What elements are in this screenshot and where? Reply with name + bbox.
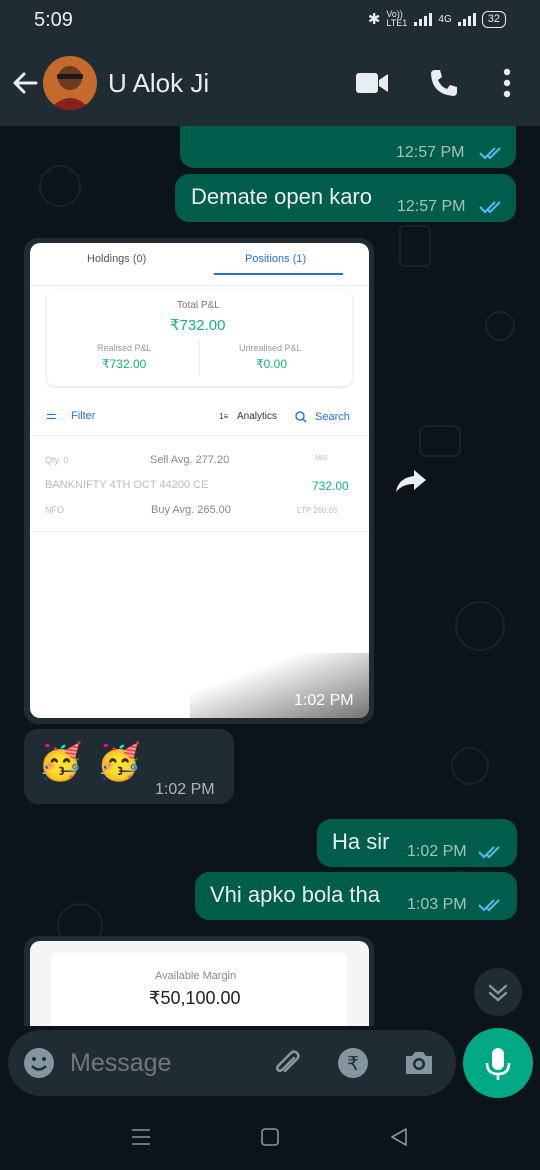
double-chevron-down-icon	[488, 984, 508, 1002]
svg-text:₹: ₹	[347, 1053, 359, 1075]
message-bubble-outgoing[interactable]: Vhi apko bola tha 1:03 PM	[195, 872, 517, 920]
forward-icon[interactable]	[394, 468, 428, 494]
position-ltp: LTP 260.65	[297, 506, 338, 515]
tab-positions: Positions (1)	[245, 253, 307, 265]
position-buy-avg: Buy Avg. 265.00	[151, 504, 231, 516]
back-arrow-icon[interactable]	[10, 68, 40, 98]
read-receipt-icon	[479, 147, 501, 160]
message-text: Vhi apko bola tha	[210, 882, 381, 907]
message-bubble-incoming[interactable]: 🥳 🥳 1:02 PM	[24, 729, 234, 804]
image-message-incoming[interactable]: Available Margin ₹50,100.00	[24, 936, 374, 1026]
emoji-icon[interactable]	[22, 1046, 56, 1080]
status-time: 5:09	[34, 9, 73, 31]
voice-call-icon[interactable]	[428, 67, 460, 99]
avatar[interactable]	[43, 56, 97, 110]
signal-icon-2	[457, 12, 476, 26]
read-receipt-icon	[478, 899, 500, 912]
more-options-icon[interactable]	[494, 66, 520, 100]
pnl-summary-card: Total P&L ₹732.00 Realised P&L ₹732.00 U…	[47, 290, 352, 386]
recent-apps-icon[interactable]	[130, 1127, 152, 1147]
video-call-icon[interactable]	[355, 70, 389, 96]
filter-label: Filter	[71, 410, 96, 422]
message-time: 12:57 PM	[396, 144, 465, 161]
available-margin-value: ₹50,100.00	[149, 988, 241, 1008]
message-input[interactable]	[70, 1043, 260, 1083]
position-instrument: BANKNIFTY 4TH OCT 44200 CE	[45, 479, 209, 491]
realised-label: Realised P&L	[97, 343, 152, 353]
tab-divider	[30, 285, 369, 286]
read-receipt-icon	[479, 201, 501, 214]
filter-icon: ⚌	[46, 408, 57, 422]
battery-icon: 32	[481, 10, 506, 28]
bluetooth-icon: ✱	[367, 11, 381, 28]
unrealised-value: ₹0.00	[256, 357, 287, 371]
network-type: 4G	[438, 13, 452, 25]
position-sell-avg: Sell Avg. 277.20	[150, 454, 230, 466]
system-nav-bar	[0, 1104, 540, 1170]
contact-name[interactable]: U Alok Ji	[108, 68, 209, 99]
read-receipt-icon	[478, 846, 500, 859]
message-time: 1:02 PM	[155, 781, 215, 798]
position-qty: Qty. 0	[45, 455, 69, 465]
position-exchange: NFO	[45, 505, 64, 515]
chat-area: 12:57 PM Demate open karo 12:57 PM Holdi…	[0, 126, 540, 1026]
message-bubble-outgoing[interactable]: 12:57 PM	[180, 126, 516, 168]
shared-screenshot[interactable]: Available Margin ₹50,100.00	[30, 941, 369, 1026]
message-time: 12:57 PM	[397, 198, 466, 215]
message-text: 🥳 🥳	[38, 741, 144, 782]
message-time: 1:03 PM	[407, 896, 467, 913]
message-input-bar: ₹	[8, 1030, 456, 1096]
unrealised-label: Unrealised P&L	[239, 343, 302, 353]
attach-icon[interactable]	[270, 1046, 304, 1080]
message-text: Demate open karo	[191, 184, 372, 209]
signal-icon	[414, 12, 433, 26]
row-divider	[30, 435, 369, 436]
total-pl-value: ₹732.00	[170, 317, 226, 334]
microphone-icon	[485, 1048, 511, 1080]
search-label: Search	[315, 411, 350, 423]
message-time: 1:02 PM	[407, 843, 467, 860]
available-margin-label: Available Margin	[155, 970, 237, 982]
message-bubble-outgoing[interactable]: Ha sir 1:02 PM	[317, 819, 517, 867]
volte-label: Vo)) LTE1	[386, 9, 408, 28]
chat-header: U Alok Ji	[0, 42, 540, 126]
analytics-icon: 1≡	[219, 412, 229, 421]
shared-screenshot[interactable]: Holdings (0) Positions (1) Total P&L ₹73…	[30, 243, 369, 718]
message-bubble-outgoing[interactable]: Demate open karo 12:57 PM	[175, 174, 516, 222]
status-icons: ✱ Vo)) LTE1 4G 32	[368, 10, 506, 28]
voice-message-button[interactable]	[463, 1028, 533, 1098]
summary-divider	[199, 340, 200, 376]
nav-back-icon[interactable]	[389, 1127, 409, 1147]
position-pnl: 732.00	[312, 479, 349, 493]
position-product: MIS	[315, 455, 328, 462]
message-text: Ha sir	[332, 829, 390, 854]
camera-icon[interactable]	[402, 1046, 436, 1080]
avatar-image	[43, 56, 97, 110]
total-pl-label: Total P&L	[177, 300, 220, 311]
scroll-to-bottom-button[interactable]	[474, 968, 522, 1016]
message-time: 1:02 PM	[294, 692, 354, 709]
row-divider	[30, 531, 369, 532]
payment-icon[interactable]: ₹	[336, 1046, 370, 1080]
tab-underline	[214, 273, 343, 275]
home-icon[interactable]	[260, 1127, 280, 1147]
margin-card: Available Margin ₹50,100.00	[51, 953, 347, 1026]
search-icon	[295, 411, 307, 423]
analytics-label: Analytics	[237, 411, 278, 422]
image-message-incoming[interactable]: Holdings (0) Positions (1) Total P&L ₹73…	[24, 238, 374, 724]
realised-value: ₹732.00	[102, 357, 147, 371]
tab-holdings: Holdings (0)	[87, 253, 147, 265]
status-bar: 5:09 ✱ Vo)) LTE1 4G 32	[0, 0, 540, 42]
